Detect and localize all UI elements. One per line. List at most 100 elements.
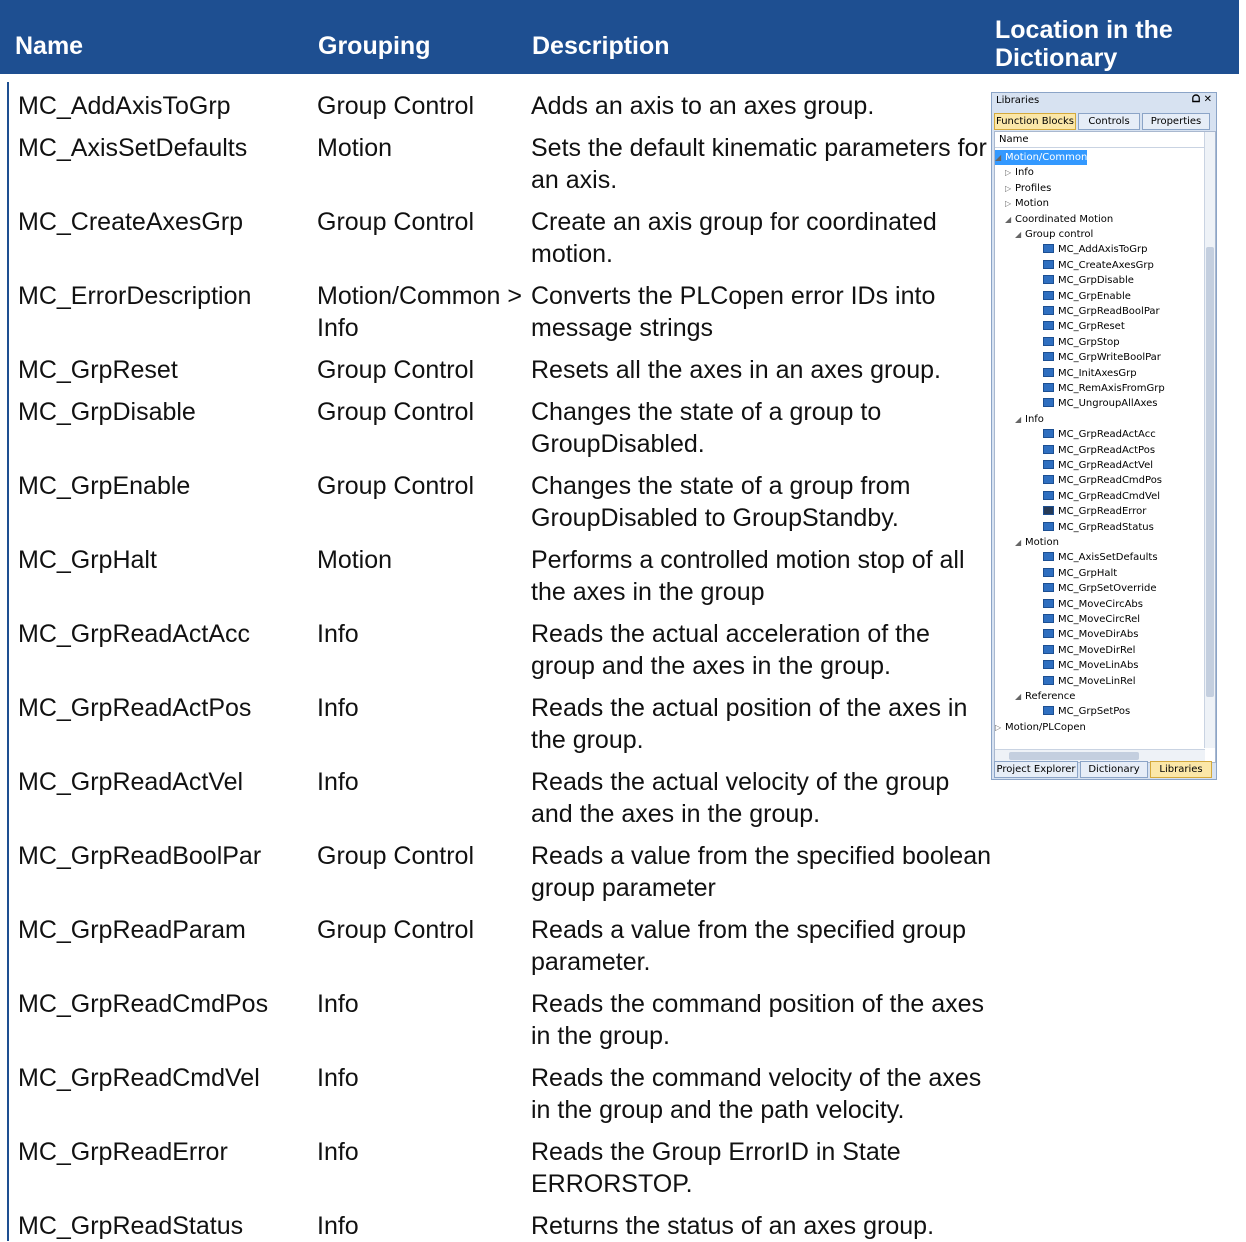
tree-function-block-node[interactable]: MC_GrpSetOverride — [1043, 581, 1157, 596]
cell-name: MC_GrpEnable — [18, 472, 191, 500]
tree-node-label: MC_CreateAxesGrp — [1058, 259, 1154, 271]
cell-name: MC_CreateAxesGrp — [18, 208, 244, 236]
tree-node-label: MC_GrpReadCmdPos — [1058, 475, 1163, 487]
cell-description: Reads the command velocity of the axes i… — [531, 1064, 982, 1124]
tree-function-block-node[interactable]: MC_AxisSetDefaults — [1043, 550, 1158, 565]
tree-node-label: MC_InitAxesGrp — [1058, 367, 1137, 379]
cell-description: Reads the actual position of the axes in… — [531, 694, 968, 754]
tree-function-block-node[interactable]: MC_GrpReadBoolPar — [1043, 304, 1160, 319]
tree-function-block-node[interactable]: MC_GrpReadCmdPos — [1043, 473, 1162, 488]
tree-node-label: MC_GrpStop — [1058, 336, 1120, 348]
tree-function-block-node[interactable]: MC_MoveCircAbs — [1043, 597, 1143, 612]
tree-folder-node[interactable]: ▷ Motion/PLCopen — [995, 720, 1086, 735]
tree-node-label: MC_GrpHalt — [1058, 567, 1118, 579]
scroll-thumb[interactable] — [1009, 752, 1139, 760]
tree-function-block-node[interactable]: MC_MoveCircRel — [1043, 612, 1140, 627]
tree-folder-node[interactable]: ◢ Coordinated Motion — [1005, 212, 1113, 227]
function-block-icon — [1043, 660, 1054, 670]
cell-description: Changes the state of a group from GroupD… — [531, 472, 911, 532]
tree-folder-node[interactable]: ▷ Motion — [1005, 196, 1049, 211]
tree-node-label: MC_GrpReadBoolPar — [1058, 306, 1160, 317]
scroll-thumb[interactable] — [1206, 247, 1214, 697]
cell-grouping: Motion/Common > Info — [317, 282, 522, 342]
tree-function-block-node[interactable]: MC_MoveLinAbs — [1043, 658, 1139, 673]
tree-node-label: MC_MoveCircRel — [1058, 614, 1141, 625]
header-location: Location in the Dictionary — [995, 16, 1173, 72]
cell-grouping: Group Control — [317, 842, 475, 870]
tree-function-block-node[interactable]: MC_GrpSetPos — [1043, 704, 1130, 719]
header-description: Description — [532, 32, 670, 60]
tree-function-block-node[interactable]: MC_GrpWriteBoolPar — [1043, 350, 1161, 365]
tree-function-block-node[interactable]: MC_UngroupAllAxes — [1043, 396, 1158, 411]
tree-node-label: Coordinated Motion — [1015, 213, 1114, 225]
tree-folder-node[interactable]: ◢ Info — [1015, 412, 1044, 427]
cell-name: MC_GrpHalt — [18, 546, 157, 574]
tree-function-block-node[interactable]: MC_GrpReadCmdVel — [1043, 489, 1160, 504]
tree-function-block-node[interactable]: MC_MoveDirAbs — [1043, 627, 1138, 642]
tree-function-block-node[interactable]: MC_GrpReset — [1043, 319, 1125, 334]
tree-function-block-node[interactable]: MC_RemAxisFromGrp — [1043, 381, 1165, 396]
expand-arrow-icon[interactable]: ▷ — [1005, 196, 1015, 211]
tree-function-block-node[interactable]: MC_GrpHalt — [1043, 566, 1117, 581]
tree-function-block-node[interactable]: MC_MoveLinRel — [1043, 674, 1136, 689]
tab-controls[interactable]: Controls — [1078, 113, 1140, 130]
cell-grouping: Motion — [317, 546, 393, 574]
tree-function-block-node[interactable]: MC_MoveDirRel — [1043, 643, 1135, 658]
column-header-name: Name — [995, 132, 1204, 148]
tree-function-block-node[interactable]: MC_GrpStop — [1043, 335, 1120, 350]
vertical-scrollbar[interactable] — [1204, 132, 1215, 748]
tree-function-block-node[interactable]: MC_GrpReadError — [1043, 504, 1146, 519]
collapse-arrow-icon[interactable]: ◢ — [1015, 535, 1025, 550]
header-name: Name — [15, 32, 84, 60]
cell-name: MC_AxisSetDefaults — [18, 134, 248, 162]
tree-folder-node[interactable]: ◢ Motion — [1015, 535, 1059, 550]
tree-function-block-node[interactable]: MC_GrpDisable — [1043, 273, 1134, 288]
tree-function-block-node[interactable]: MC_GrpReadStatus — [1043, 520, 1154, 535]
libraries-panel: Libraries ᗝ ✕ Function Blocks Controls P… — [991, 92, 1217, 780]
tree-function-block-node[interactable]: MC_InitAxesGrp — [1043, 366, 1137, 381]
expand-arrow-icon[interactable]: ▷ — [1005, 181, 1015, 196]
tree-node-label: MC_MoveLinRel — [1058, 675, 1136, 687]
function-block-icon — [1043, 244, 1054, 254]
tab-project-explorer[interactable]: Project Explorer — [994, 761, 1078, 778]
collapse-arrow-icon[interactable]: ◢ — [1005, 212, 1015, 227]
cell-description: Changes the state of a group to GroupDis… — [531, 398, 882, 458]
cell-grouping: Info — [317, 990, 359, 1018]
collapse-arrow-icon[interactable]: ◢ — [995, 150, 1005, 165]
function-block-icon — [1043, 259, 1054, 269]
tree-folder-node[interactable]: ▷ Info — [1005, 165, 1034, 180]
tree-function-block-node[interactable]: MC_GrpReadActPos — [1043, 443, 1155, 458]
tab-dictionary[interactable]: Dictionary — [1080, 761, 1148, 778]
cell-grouping: Group Control — [317, 208, 475, 236]
tree-function-block-node[interactable]: MC_AddAxisToGrp — [1043, 242, 1147, 257]
tree-function-block-node[interactable]: MC_GrpReadActAcc — [1043, 427, 1156, 442]
function-block-icon — [1043, 706, 1054, 716]
expand-arrow-icon[interactable]: ▷ — [995, 720, 1005, 735]
tab-properties[interactable]: Properties — [1142, 113, 1210, 130]
cell-name: MC_GrpReadCmdVel — [18, 1064, 260, 1092]
tree-folder-node[interactable]: ▷ Profiles — [1005, 181, 1051, 196]
tree-folder-node[interactable]: ◢ Group control — [1015, 227, 1093, 242]
tab-function-blocks[interactable]: Function Blocks — [994, 113, 1076, 130]
tree-function-block-node[interactable]: MC_GrpEnable — [1043, 289, 1131, 304]
window-buttons[interactable]: ᗝ ✕ — [1192, 94, 1212, 105]
table-header: Name Grouping Description Location in th… — [0, 0, 1239, 74]
tree-function-block-node[interactable]: MC_GrpReadActVel — [1043, 458, 1153, 473]
cell-description: Reads the command position of the axes i… — [531, 990, 985, 1050]
function-block-icon — [1043, 583, 1054, 593]
collapse-arrow-icon[interactable]: ◢ — [1015, 689, 1025, 704]
function-block-icon — [1043, 321, 1054, 331]
function-block-icon — [1043, 675, 1054, 685]
function-block-icon — [1043, 521, 1054, 531]
tree-folder-node[interactable]: ◢ Motion/Common — [995, 150, 1088, 165]
collapse-arrow-icon[interactable]: ◢ — [1015, 412, 1025, 427]
tree-function-block-node[interactable]: MC_CreateAxesGrp — [1043, 258, 1154, 273]
expand-arrow-icon[interactable]: ▷ — [1005, 165, 1015, 180]
collapse-arrow-icon[interactable]: ◢ — [1015, 227, 1025, 242]
panel-title: Libraries — [996, 95, 1040, 106]
tab-libraries[interactable]: Libraries — [1150, 761, 1212, 778]
cell-description: Resets all the axes in an axes group. — [531, 356, 941, 384]
function-block-icon — [1043, 598, 1054, 608]
tree-folder-node[interactable]: ◢ Reference — [1015, 689, 1075, 704]
cell-grouping: Group Control — [317, 356, 475, 384]
